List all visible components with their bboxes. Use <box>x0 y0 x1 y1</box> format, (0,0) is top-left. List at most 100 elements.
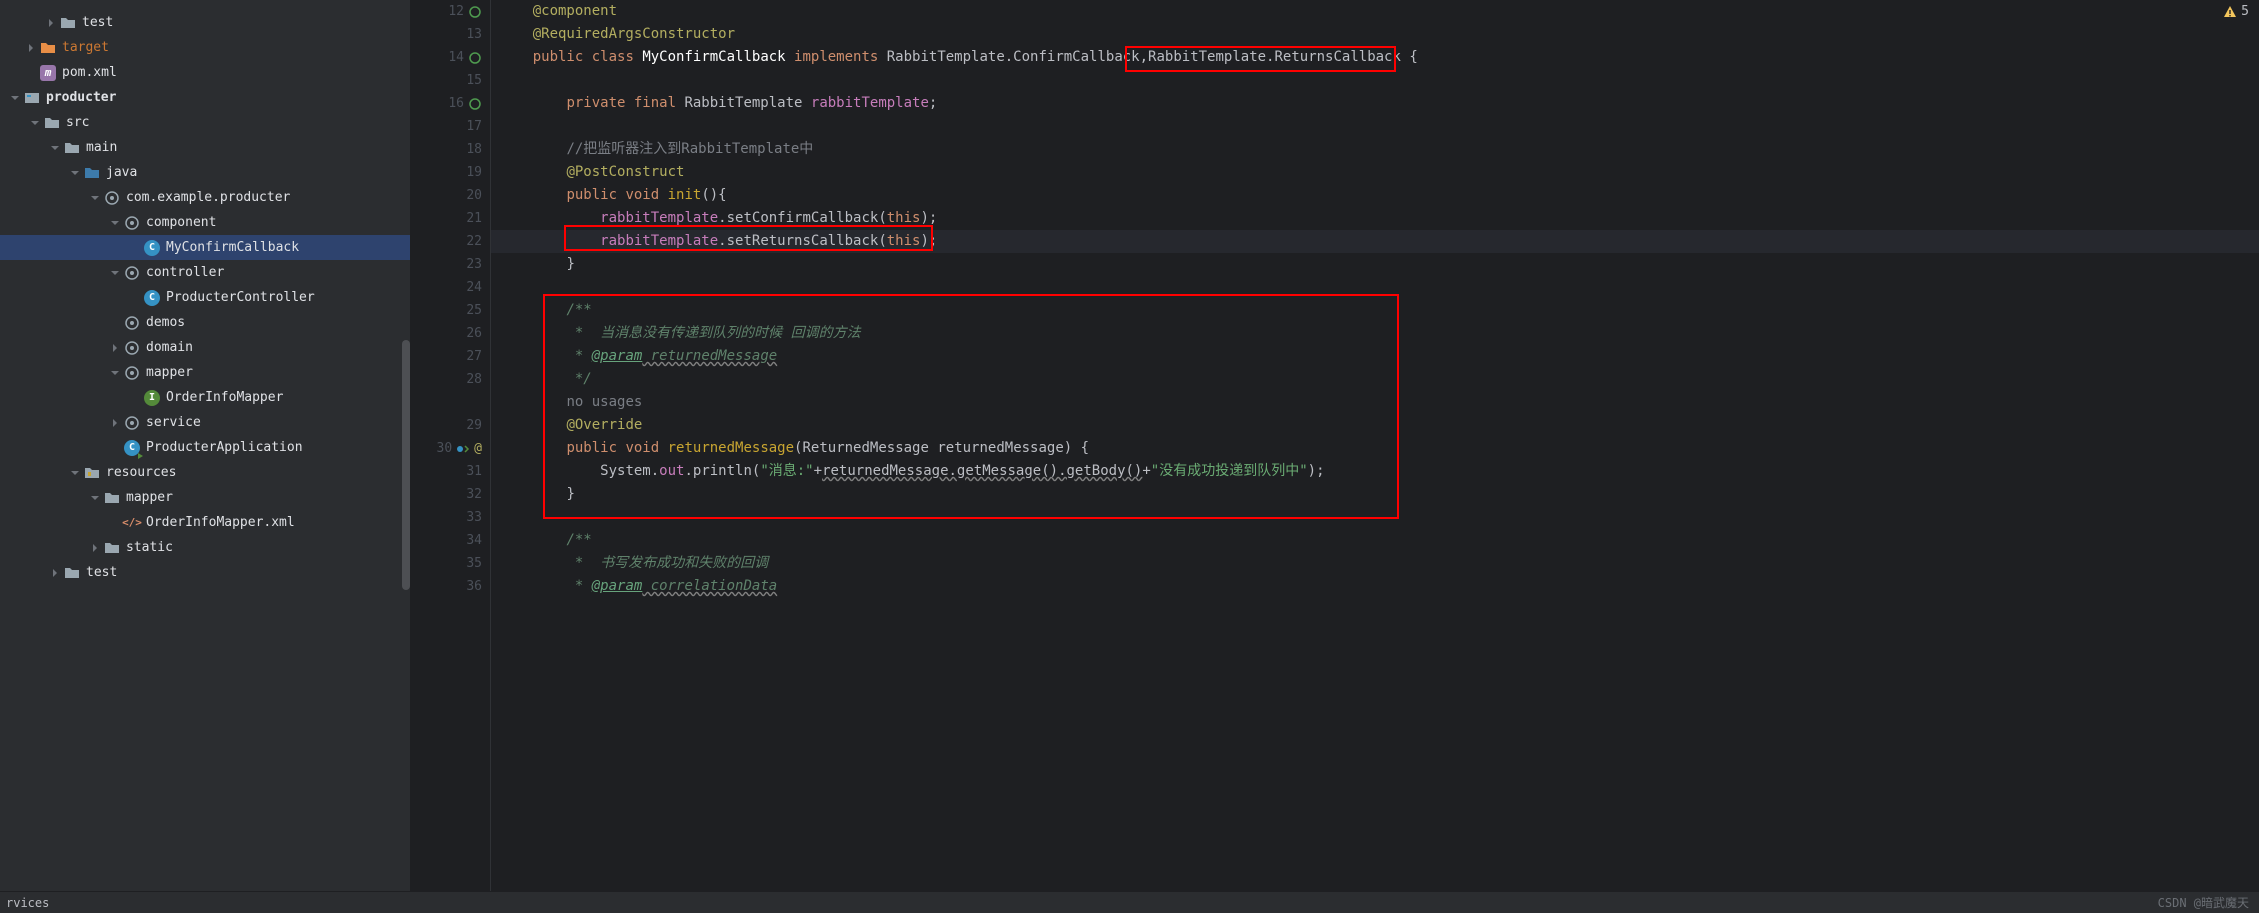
bean-gutter-icon[interactable] <box>468 5 482 19</box>
tree-item-component[interactable]: component <box>0 210 410 235</box>
code-line <box>491 276 2259 299</box>
tree-item-pom[interactable]: m pom.xml <box>0 60 410 85</box>
tree-label: domain <box>146 340 193 355</box>
code-line: * 当消息没有传递到队列的时候 回调的方法 <box>491 322 2259 345</box>
chevron-down-icon <box>108 366 122 380</box>
warning-badge[interactable]: 5 <box>2223 4 2249 19</box>
package-icon <box>124 215 140 231</box>
line-number: 25 <box>466 299 482 322</box>
line-number: 14 <box>448 46 464 69</box>
tree-scrollbar[interactable] <box>402 340 410 590</box>
tree-item-productercontroller[interactable]: C ProducterController <box>0 285 410 310</box>
tree-item-package[interactable]: com.example.producter <box>0 185 410 210</box>
folder-icon <box>104 490 120 506</box>
tree-item-myconfirm[interactable]: C MyConfirmCallback <box>0 235 410 260</box>
tree-item-orderinfoxml[interactable]: </> OrderInfoMapper.xml <box>0 510 410 535</box>
bean-gutter-icon[interactable] <box>468 97 482 111</box>
code-line: * @param correlationData <box>491 575 2259 598</box>
tree-item-orderinfomapper[interactable]: I OrderInfoMapper <box>0 385 410 410</box>
chevron-down-icon <box>68 166 82 180</box>
tree-item-src[interactable]: src <box>0 110 410 135</box>
chevron-down-icon <box>28 116 42 130</box>
tree-item-service[interactable]: service <box>0 410 410 435</box>
code-line: rabbitTemplate.setReturnsCallback(this); <box>491 230 2259 253</box>
line-number: 30 <box>437 437 453 460</box>
interface-icon: I <box>144 390 160 406</box>
code-line: rabbitTemplate.setConfirmCallback(this); <box>491 207 2259 230</box>
code-line: * 书写发布成功和失败的回调 <box>491 552 2259 575</box>
override-gutter-icon[interactable] <box>456 442 470 456</box>
folder-icon <box>64 565 80 581</box>
tree-item-domain[interactable]: domain <box>0 335 410 360</box>
resources-folder-icon <box>84 465 100 481</box>
package-icon <box>124 415 140 431</box>
tree-item-demos[interactable]: demos <box>0 310 410 335</box>
tree-label: main <box>86 140 117 155</box>
code-line: public void init(){ <box>491 184 2259 207</box>
code-line: @Override <box>491 414 2259 437</box>
chevron-down-icon <box>68 466 82 480</box>
class-run-icon: C <box>124 440 140 456</box>
line-number: 19 <box>466 161 482 184</box>
line-number: 23 <box>466 253 482 276</box>
tree-item-java[interactable]: java <box>0 160 410 185</box>
xml-icon: </> <box>124 515 140 531</box>
tree-label: producter <box>46 90 116 105</box>
status-label: rvices <box>6 896 49 910</box>
tree-item-test[interactable]: test <box>0 10 410 35</box>
chevron-down-icon <box>88 491 102 505</box>
tree-item-producter[interactable]: producter <box>0 85 410 110</box>
maven-icon: m <box>40 65 56 81</box>
tree-label: OrderInfoMapper.xml <box>146 515 295 530</box>
tree-label: test <box>82 15 113 30</box>
code-line: private final RabbitTemplate rabbitTempl… <box>491 92 2259 115</box>
status-bar: rvices <box>0 891 2259 913</box>
tree-item-test2[interactable]: test <box>0 560 410 585</box>
project-tree[interactable]: test target m pom.xml producter src <box>0 0 410 913</box>
class-icon: C <box>144 290 160 306</box>
module-icon <box>24 90 40 106</box>
tree-item-mapper[interactable]: mapper <box>0 360 410 385</box>
line-number: 12 <box>448 0 464 23</box>
chevron-right-icon <box>108 341 122 355</box>
code-line: public void returnedMessage(ReturnedMess… <box>491 437 2259 460</box>
tree-item-static[interactable]: static <box>0 535 410 560</box>
code-line: * @param returnedMessage <box>491 345 2259 368</box>
code-line <box>491 69 2259 92</box>
code-line <box>491 115 2259 138</box>
chevron-right-icon <box>88 541 102 555</box>
class-icon: C <box>144 240 160 256</box>
tree-item-target[interactable]: target <box>0 35 410 60</box>
chevron-down-icon <box>108 216 122 230</box>
project-tree-sidebar: test target m pom.xml producter src <box>0 0 411 913</box>
tree-item-main[interactable]: main <box>0 135 410 160</box>
code-line: System.out.println("消息:"+returnedMessage… <box>491 460 2259 483</box>
tree-item-mapper2[interactable]: mapper <box>0 485 410 510</box>
bean-gutter-icon[interactable] <box>468 51 482 65</box>
folder-icon <box>40 40 56 56</box>
code-line: } <box>491 253 2259 276</box>
watermark: CSDN @暗武魔天 <box>2158 894 2249 911</box>
chevron-down-icon <box>48 141 62 155</box>
tree-item-resources[interactable]: resources <box>0 460 410 485</box>
package-icon <box>124 365 140 381</box>
line-number: 32 <box>466 483 482 506</box>
tree-item-producterapp[interactable]: C ProducterApplication <box>0 435 410 460</box>
code-line: } <box>491 483 2259 506</box>
code-line: no usages <box>491 391 2259 414</box>
package-icon <box>124 265 140 281</box>
source-folder-icon <box>84 165 100 181</box>
chevron-right-icon <box>108 416 122 430</box>
gutter: 12 13 14 15 16 17 18 19 20 21 22 23 24 2… <box>411 0 491 913</box>
tree-item-controller[interactable]: controller <box>0 260 410 285</box>
tree-label: demos <box>146 315 185 330</box>
code-editor[interactable]: 12 13 14 15 16 17 18 19 20 21 22 23 24 2… <box>411 0 2259 913</box>
tree-label: MyConfirmCallback <box>166 240 299 255</box>
line-number: 21 <box>466 207 482 230</box>
line-number: 20 <box>466 184 482 207</box>
package-icon <box>104 190 120 206</box>
code-line: @PostConstruct <box>491 161 2259 184</box>
code-line: /** <box>491 529 2259 552</box>
line-number: 31 <box>466 460 482 483</box>
code-content[interactable]: 5 @component @RequiredArgsConstructor pu… <box>491 0 2259 913</box>
